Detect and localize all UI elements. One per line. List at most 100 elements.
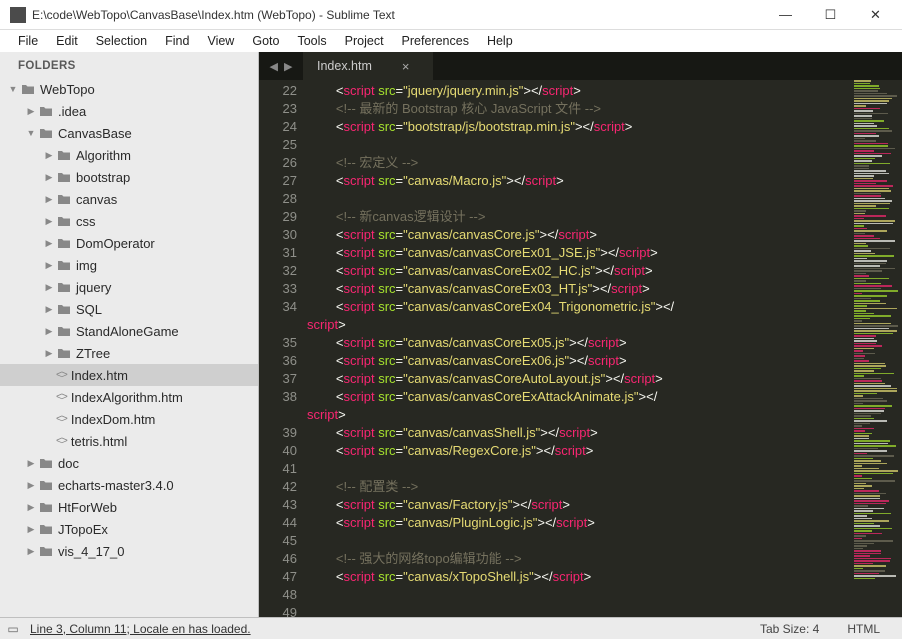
- disclosure-triangle-icon[interactable]: ▶: [42, 150, 56, 161]
- tree-label: .idea: [58, 104, 86, 119]
- disclosure-triangle-icon[interactable]: ▶: [42, 326, 56, 337]
- menu-tools[interactable]: Tools: [289, 32, 334, 50]
- sidebar-header: FOLDERS: [0, 56, 258, 78]
- tree-label: vis_4_17_0: [58, 544, 125, 559]
- folder-icon: [56, 280, 72, 294]
- file-indexdom-htm[interactable]: <>IndexDom.htm: [0, 408, 258, 430]
- sidebar: FOLDERS ▼WebTopo▶.idea▼CanvasBase▶Algori…: [0, 52, 259, 617]
- disclosure-triangle-icon[interactable]: ▶: [42, 194, 56, 205]
- tree-label: IndexAlgorithm.htm: [71, 390, 183, 405]
- menu-edit[interactable]: Edit: [48, 32, 86, 50]
- folder-img[interactable]: ▶ img: [0, 254, 258, 276]
- folder-htforweb[interactable]: ▶ HtForWeb: [0, 496, 258, 518]
- tree-label: canvas: [76, 192, 117, 207]
- folder-bootstrap[interactable]: ▶ bootstrap: [0, 166, 258, 188]
- folder-jquery[interactable]: ▶jquery: [0, 276, 258, 298]
- disclosure-triangle-icon[interactable]: ▶: [24, 458, 38, 469]
- folder-standalonegame[interactable]: ▶ StandAloneGame: [0, 320, 258, 342]
- file-index-htm[interactable]: <>Index.htm: [0, 364, 258, 386]
- disclosure-triangle-icon[interactable]: ▼: [24, 128, 38, 138]
- tree-label: tetris.html: [71, 434, 127, 449]
- disclosure-triangle-icon[interactable]: ▶: [42, 216, 56, 227]
- tree-label: echarts-master3.4.0: [58, 478, 174, 493]
- status-tabsize[interactable]: Tab Size: 4: [760, 622, 819, 636]
- disclosure-triangle-icon[interactable]: ▶: [42, 304, 56, 315]
- editor: ◀ ▶ Index.htm × 222324252627282930313233…: [259, 52, 902, 617]
- folder-doc[interactable]: ▶doc: [0, 452, 258, 474]
- folder-algorithm[interactable]: ▶ Algorithm: [0, 144, 258, 166]
- disclosure-triangle-icon[interactable]: ▶: [24, 524, 38, 535]
- folder-webtopo[interactable]: ▼ WebTopo: [0, 78, 258, 100]
- folder-icon: [56, 324, 72, 338]
- tree-label: WebTopo: [40, 82, 95, 97]
- window-title: E:\code\WebTopo\CanvasBase\Index.htm (We…: [32, 8, 763, 22]
- menu-goto[interactable]: Goto: [244, 32, 287, 50]
- tree-label: IndexDom.htm: [71, 412, 156, 427]
- file-tetris-html[interactable]: <>tetris.html: [0, 430, 258, 452]
- folder-icon: [38, 104, 54, 118]
- folder-domoperator[interactable]: ▶ DomOperator: [0, 232, 258, 254]
- menu-preferences[interactable]: Preferences: [394, 32, 477, 50]
- folder-icon: [20, 82, 36, 96]
- folder-jtopoex[interactable]: ▶JTopoEx: [0, 518, 258, 540]
- file-indexalgorithm-htm[interactable]: <> IndexAlgorithm.htm: [0, 386, 258, 408]
- menu-bar: FileEditSelectionFindViewGotoToolsProjec…: [0, 30, 902, 52]
- folder-icon: [56, 192, 72, 206]
- menu-project[interactable]: Project: [337, 32, 392, 50]
- tree-label: ZTree: [76, 346, 110, 361]
- status-panel-icon[interactable]: ▭: [0, 622, 26, 636]
- disclosure-triangle-icon[interactable]: ▶: [42, 348, 56, 359]
- folder-canvas[interactable]: ▶ canvas: [0, 188, 258, 210]
- folder-tree: ▼WebTopo▶.idea▼CanvasBase▶Algorithm▶boot…: [0, 78, 258, 562]
- folder-icon: [38, 126, 54, 140]
- code-content[interactable]: <script src="jquery/jquery.min.js"></scr…: [307, 80, 852, 617]
- status-syntax[interactable]: HTML: [847, 622, 880, 636]
- code-area: 22232425262728293031323334 35363738 3940…: [259, 80, 902, 617]
- disclosure-triangle-icon[interactable]: ▶: [42, 260, 56, 271]
- folder-icon: [38, 478, 54, 492]
- tree-label: Algorithm: [76, 148, 131, 163]
- disclosure-triangle-icon[interactable]: ▶: [42, 172, 56, 183]
- disclosure-triangle-icon[interactable]: ▼: [6, 84, 20, 94]
- main-area: FOLDERS ▼WebTopo▶.idea▼CanvasBase▶Algori…: [0, 52, 902, 617]
- tree-label: HtForWeb: [58, 500, 117, 515]
- folder-vis-4-17-0[interactable]: ▶ vis_4_17_0: [0, 540, 258, 562]
- folder-ztree[interactable]: ▶ ZTree: [0, 342, 258, 364]
- disclosure-triangle-icon[interactable]: ▶: [24, 106, 38, 117]
- disclosure-triangle-icon[interactable]: ▶: [42, 238, 56, 249]
- tab-index-htm[interactable]: Index.htm ×: [303, 52, 433, 80]
- tab-close-icon[interactable]: ×: [402, 59, 410, 74]
- menu-selection[interactable]: Selection: [88, 32, 155, 50]
- nav-forward-icon[interactable]: ▶: [284, 60, 292, 73]
- app-icon: [10, 7, 26, 23]
- menu-help[interactable]: Help: [479, 32, 521, 50]
- folder-echarts-master3-4-0[interactable]: ▶ echarts-master3.4.0: [0, 474, 258, 496]
- nav-back-icon[interactable]: ◀: [270, 60, 278, 73]
- menu-view[interactable]: View: [199, 32, 242, 50]
- folder-icon: [38, 522, 54, 536]
- tree-label: img: [76, 258, 97, 273]
- minimize-button[interactable]: —: [763, 1, 808, 29]
- menu-file[interactable]: File: [10, 32, 46, 50]
- status-message[interactable]: Line 3, Column 11; Locale en has loaded.: [26, 622, 760, 636]
- folder-sql[interactable]: ▶SQL: [0, 298, 258, 320]
- menu-find[interactable]: Find: [157, 32, 197, 50]
- minimap[interactable]: [852, 80, 902, 617]
- file-icon: <>: [56, 391, 67, 403]
- tree-label: DomOperator: [76, 236, 155, 251]
- folder--idea[interactable]: ▶ .idea: [0, 100, 258, 122]
- disclosure-triangle-icon[interactable]: ▶: [24, 502, 38, 513]
- folder-canvasbase[interactable]: ▼ CanvasBase: [0, 122, 258, 144]
- tree-label: CanvasBase: [58, 126, 132, 141]
- close-button[interactable]: ✕: [853, 1, 898, 29]
- disclosure-triangle-icon[interactable]: ▶: [24, 480, 38, 491]
- maximize-button[interactable]: ☐: [808, 1, 853, 29]
- window-titlebar: E:\code\WebTopo\CanvasBase\Index.htm (We…: [0, 0, 902, 30]
- folder-icon: [56, 302, 72, 316]
- tree-label: bootstrap: [76, 170, 130, 185]
- tree-label: StandAloneGame: [76, 324, 179, 339]
- line-gutter: 22232425262728293031323334 35363738 3940…: [259, 80, 307, 617]
- disclosure-triangle-icon[interactable]: ▶: [42, 282, 56, 293]
- folder-css[interactable]: ▶css: [0, 210, 258, 232]
- disclosure-triangle-icon[interactable]: ▶: [24, 546, 38, 557]
